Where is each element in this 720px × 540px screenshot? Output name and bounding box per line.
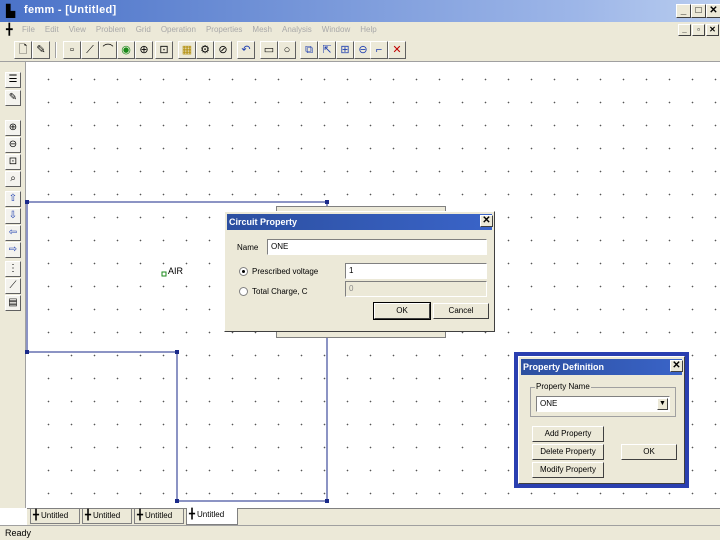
chevron-down-icon[interactable]: ▼ (657, 398, 668, 410)
property-name-select[interactable]: ONE ▼ (536, 396, 670, 412)
node-point (175, 350, 179, 354)
property-ok-button[interactable]: OK (621, 444, 677, 460)
circuit-cancel-button[interactable]: Cancel (433, 303, 489, 319)
add-property-button[interactable]: Add Property (532, 426, 604, 442)
document-icon: ╋ (189, 509, 196, 520)
circuit-property-dialog: Circuit Property ✕ Name ONE Prescribed v… (224, 211, 495, 332)
property-definition-dialog: Property Definition ✕ Property Name ONE … (518, 356, 685, 484)
total-charge-radio[interactable] (239, 287, 248, 296)
node-point (175, 499, 179, 503)
total-charge-label: Total Charge, C (252, 287, 308, 296)
circuit-dialog-title: Circuit Property (227, 214, 492, 230)
node-point (325, 200, 329, 204)
charge-field[interactable]: 0 (345, 281, 487, 297)
property-dialog-title: Property Definition (521, 359, 682, 375)
node-point (25, 200, 29, 204)
circuit-dialog-close-button[interactable]: ✕ (480, 215, 493, 227)
tab-untitled-1[interactable]: ╋ Untitled (30, 509, 80, 524)
prescribed-voltage-radio[interactable] (239, 267, 248, 276)
block-label-marker (161, 271, 167, 277)
status-text: Ready (5, 528, 32, 538)
tab-untitled-4[interactable]: ╋ Untitled (186, 508, 238, 525)
block-label-text[interactable]: AIR (168, 266, 183, 276)
node-point (325, 499, 329, 503)
status-bar: Ready (0, 525, 720, 540)
document-icon: ╋ (137, 510, 144, 521)
document-tabs: ╋ Untitled ╋ Untitled ╋ Untitled ╋ Untitled (27, 508, 720, 525)
voltage-field[interactable]: 1 (345, 263, 487, 279)
property-name-group-label: Property Name (535, 382, 591, 391)
node-point (25, 350, 29, 354)
document-icon: ╋ (85, 510, 92, 521)
tab-untitled-2[interactable]: ╋ Untitled (82, 509, 132, 524)
circuit-name-field[interactable]: ONE (267, 239, 487, 255)
prescribed-voltage-label: Prescribed voltage (252, 267, 319, 276)
property-name-value: ONE (540, 399, 558, 408)
name-label: Name (237, 243, 259, 252)
modify-property-button[interactable]: Modify Property (532, 462, 604, 478)
circuit-ok-button[interactable]: OK (373, 302, 431, 320)
property-dialog-close-button[interactable]: ✕ (670, 360, 683, 372)
delete-property-button[interactable]: Delete Property (532, 444, 604, 460)
tab-untitled-3[interactable]: ╋ Untitled (134, 509, 184, 524)
document-icon: ╋ (33, 510, 40, 521)
